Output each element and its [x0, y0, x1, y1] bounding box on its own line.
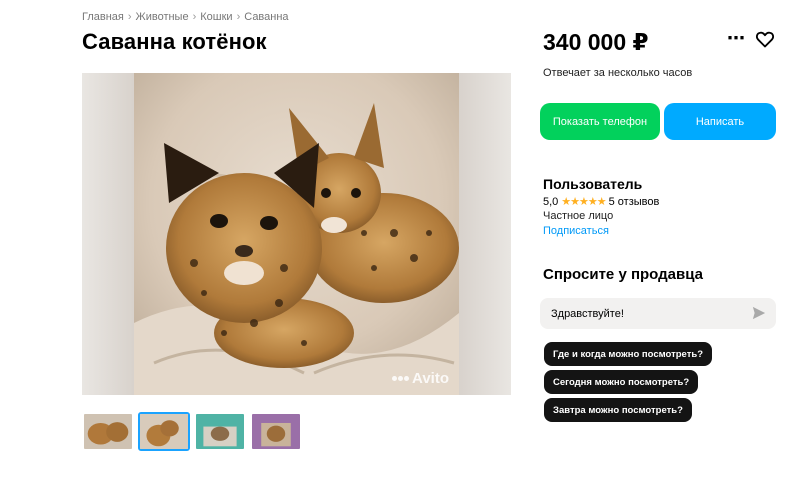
- breadcrumb-home[interactable]: Главная: [82, 11, 124, 23]
- thumbnail-4[interactable]: [250, 412, 302, 451]
- gallery-blur-right: [459, 73, 511, 395]
- avito-logo-icon: [392, 376, 410, 381]
- response-time: Отвечает за несколько часов: [543, 67, 693, 79]
- thumbnail-2-active[interactable]: [138, 412, 190, 451]
- watermark-text: Avito: [412, 370, 449, 387]
- main-photo-gallery[interactable]: Avito: [82, 73, 511, 395]
- avito-watermark: Avito: [392, 370, 449, 387]
- seller-name[interactable]: Пользователь: [543, 176, 642, 192]
- price: 340 000 ₽: [543, 29, 649, 55]
- rating-value: 5,0: [543, 195, 559, 208]
- breadcrumb: Главная › Животные › Кошки › Саванна: [82, 11, 289, 23]
- kittens-photo: [134, 73, 459, 395]
- seller-type: Частное лицо: [543, 210, 614, 222]
- send-icon[interactable]: [752, 306, 766, 320]
- show-phone-button[interactable]: Показать телефон: [540, 103, 660, 140]
- gallery-blur-left: [82, 73, 134, 395]
- thumbnail-1[interactable]: [82, 412, 134, 451]
- thumbnail-strip: [82, 412, 302, 451]
- write-message-button[interactable]: Написать: [664, 103, 776, 140]
- more-icon[interactable]: ⋯: [726, 28, 746, 48]
- breadcrumb-cats[interactable]: Кошки: [200, 11, 232, 23]
- rating-stars-icon: ★★★★★: [561, 196, 606, 208]
- quick-question-chip[interactable]: Сегодня можно посмотреть?: [544, 370, 699, 394]
- breadcrumb-separator: ›: [192, 11, 197, 23]
- page-title: Саванна котёнок: [82, 29, 267, 54]
- seller-rating: 5,0 ★★★★★ 5 отзывов: [543, 195, 660, 209]
- thumbnail-3[interactable]: [194, 412, 246, 451]
- breadcrumb-savannah[interactable]: Саванна: [244, 11, 288, 23]
- quick-question-chip[interactable]: Завтра можно посмотреть?: [544, 398, 692, 422]
- breadcrumb-separator: ›: [127, 11, 132, 23]
- quick-question-chip[interactable]: Где и когда можно посмотреть?: [544, 342, 713, 366]
- reviews-link[interactable]: 5 отзывов: [609, 196, 660, 208]
- ask-seller-input[interactable]: [540, 298, 776, 329]
- heart-icon[interactable]: [755, 29, 775, 49]
- breadcrumb-animals[interactable]: Животные: [136, 11, 189, 23]
- ask-seller-title: Спросите у продавца: [543, 266, 703, 283]
- subscribe-link[interactable]: Подписаться: [543, 225, 609, 237]
- breadcrumb-separator: ›: [236, 11, 241, 23]
